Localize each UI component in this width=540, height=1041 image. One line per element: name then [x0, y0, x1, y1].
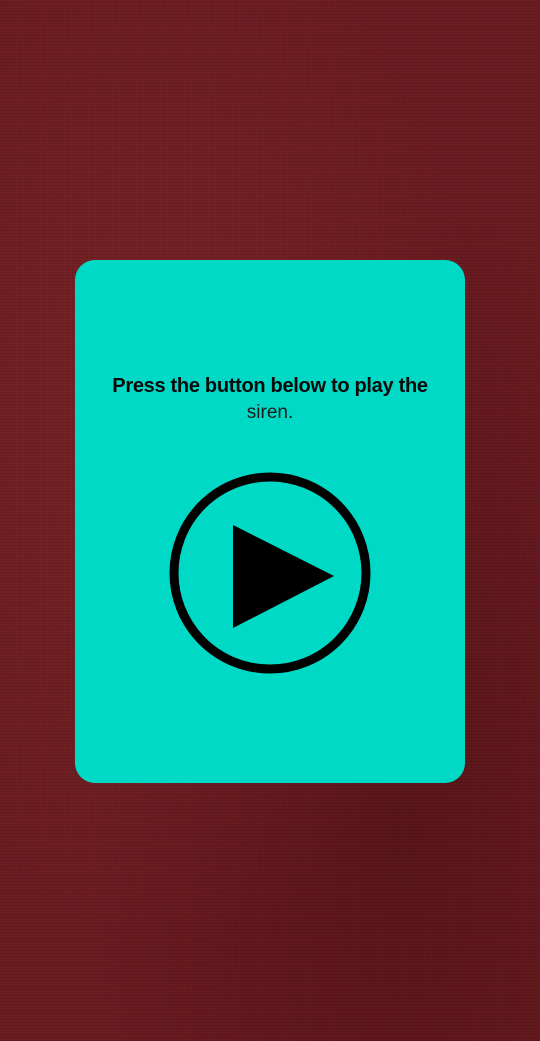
instruction-line-1: Press the button below to play the — [112, 375, 428, 397]
instruction-line-2: siren. — [246, 402, 294, 423]
instruction-text: Press the button below to play the siren… — [75, 372, 465, 426]
play-circle-icon — [169, 472, 371, 674]
play-button[interactable] — [167, 470, 373, 676]
siren-card: Press the button below to play the siren… — [75, 260, 465, 783]
